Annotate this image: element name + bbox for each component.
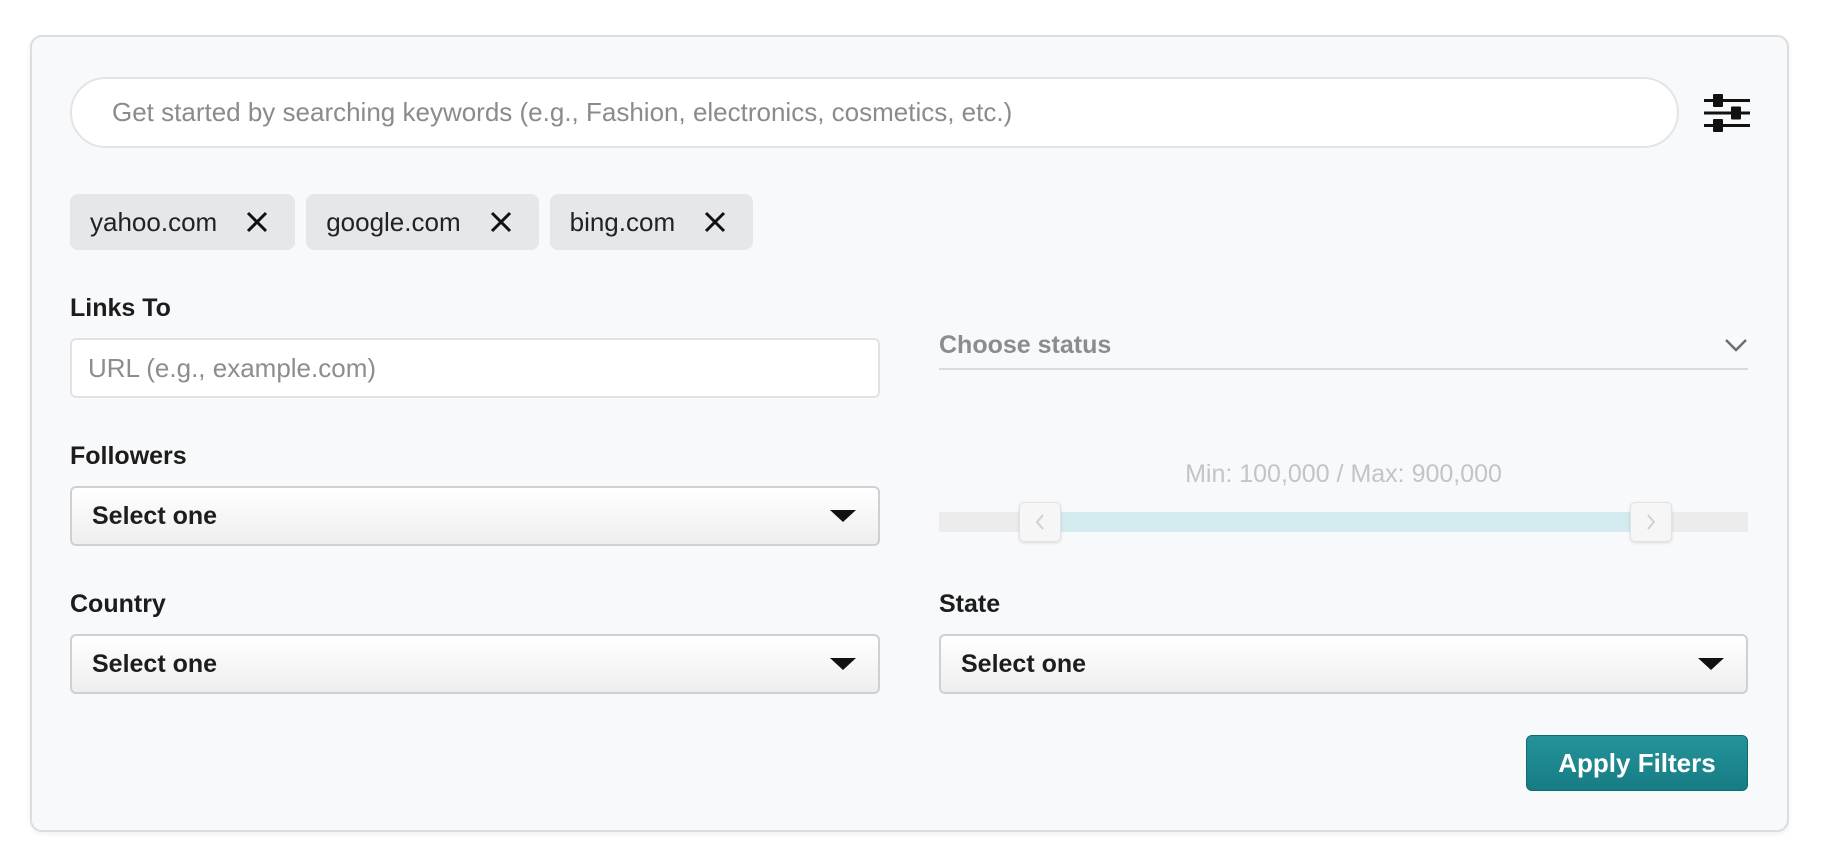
close-icon[interactable]	[703, 210, 727, 234]
close-icon[interactable]	[245, 210, 269, 234]
country-select[interactable]: Select one	[70, 634, 880, 694]
caret-down-icon	[1698, 658, 1724, 670]
status-select[interactable]: Choose status	[939, 322, 1748, 370]
search-input[interactable]	[112, 97, 1677, 128]
followers-select[interactable]: Select one	[70, 486, 880, 546]
search-bar[interactable]	[70, 77, 1679, 148]
range-fill	[1040, 512, 1651, 532]
range-label: Min: 100,000 / Max: 900,000	[1185, 460, 1502, 488]
country-selected: Select one	[92, 649, 218, 678]
caret-down-icon	[830, 510, 856, 522]
chevron-down-icon	[1725, 339, 1747, 352]
followers-selected: Select one	[92, 501, 218, 530]
range-min-handle[interactable]	[1019, 502, 1062, 542]
chip-bing: bing.com	[549, 194, 754, 250]
chip-label: yahoo.com	[90, 206, 218, 237]
sliders-icon	[1704, 94, 1750, 132]
chevron-left-icon	[1035, 514, 1044, 530]
close-icon[interactable]	[489, 210, 513, 234]
state-label: State	[939, 590, 1001, 618]
caret-down-icon	[830, 658, 856, 670]
apply-filters-button[interactable]: Apply Filters	[1526, 735, 1748, 791]
filter-panel	[30, 35, 1789, 832]
chip-yahoo: yahoo.com	[70, 194, 296, 250]
chevron-right-icon	[1647, 514, 1656, 530]
chip-google: google.com	[306, 194, 539, 250]
filter-toggle-button[interactable]	[1704, 92, 1750, 134]
links-to-field[interactable]	[70, 338, 880, 398]
state-select[interactable]: Select one	[939, 634, 1748, 694]
followers-label: Followers	[70, 442, 187, 470]
chip-label: google.com	[326, 206, 461, 237]
links-to-input[interactable]	[88, 352, 878, 384]
chip-label: bing.com	[569, 206, 676, 237]
country-label: Country	[70, 590, 166, 618]
range-max-handle[interactable]	[1629, 502, 1672, 542]
links-to-label: Links To	[70, 294, 171, 322]
selected-sites: yahoo.com google.com bing.com	[70, 194, 754, 250]
status-placeholder: Choose status	[939, 330, 1112, 359]
state-selected: Select one	[961, 649, 1087, 678]
